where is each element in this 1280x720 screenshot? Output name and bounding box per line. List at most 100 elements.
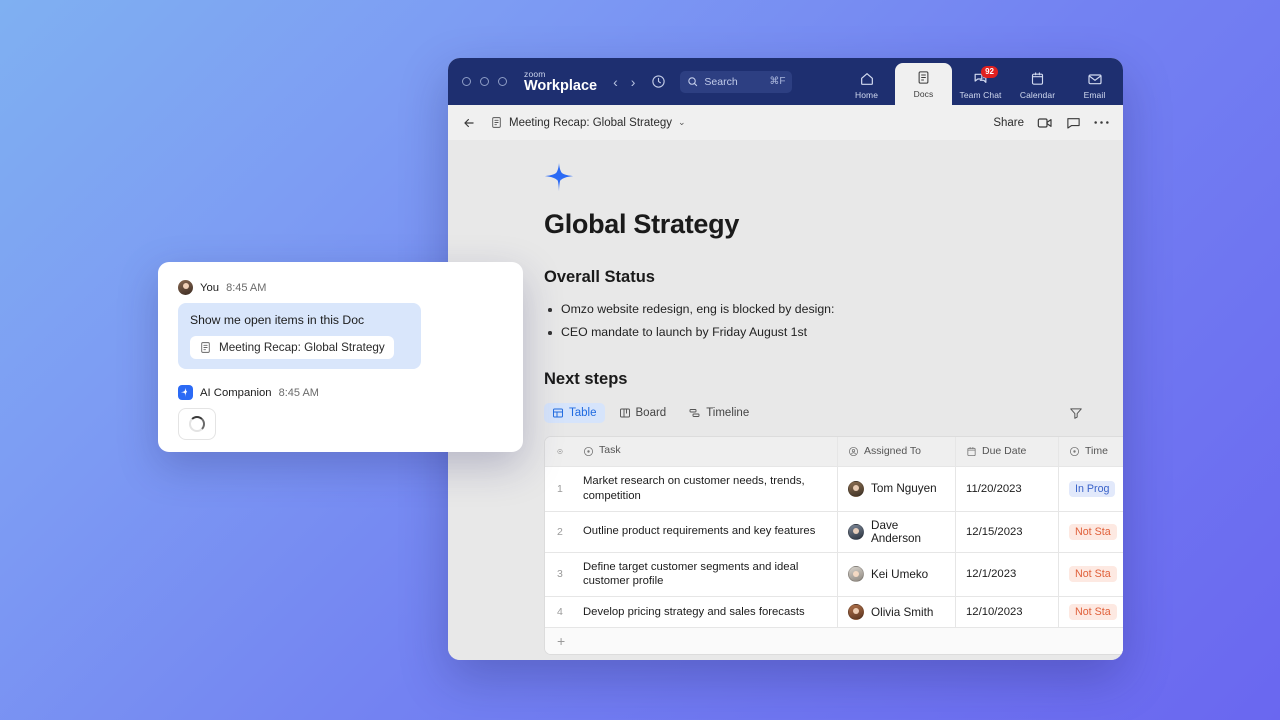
status-badge: Not Sta <box>1069 524 1117 540</box>
nav-item-team-chat[interactable]: 92 Team Chat <box>952 65 1009 105</box>
nav-item-docs[interactable]: Docs <box>895 63 952 105</box>
window-controls[interactable] <box>462 77 507 86</box>
row-number: 3 <box>545 553 573 597</box>
video-camera-icon[interactable] <box>1037 116 1053 130</box>
avatar <box>848 481 864 497</box>
home-icon <box>859 71 875 87</box>
tab-timeline[interactable]: Timeline <box>680 403 757 423</box>
tab-board[interactable]: Board <box>611 403 675 423</box>
cell-status[interactable]: Not Sta <box>1058 553 1123 597</box>
row-number: 2 <box>545 512 573 552</box>
cell-assigned-to[interactable]: Tom Nguyen <box>837 467 955 511</box>
timeline-icon <box>688 407 701 419</box>
bullet-item: Omzo website redesign, eng is blocked by… <box>544 298 1087 321</box>
nav-item-home[interactable]: Home <box>838 65 895 105</box>
cell-due-date[interactable]: 12/15/2023 <box>955 512 1058 552</box>
minimize-dot[interactable] <box>480 77 489 86</box>
ellipsis-icon[interactable] <box>1094 120 1109 125</box>
header-label-task: Task <box>599 444 621 458</box>
table-row[interactable]: 4 Develop pricing strategy and sales for… <box>545 597 1123 628</box>
comment-bubble-icon[interactable] <box>1066 116 1081 130</box>
assignee-name: Dave Anderson <box>871 519 945 545</box>
table-row[interactable]: 2 Outline product requirements and key f… <box>545 512 1123 553</box>
search-input[interactable]: Search ⌘F <box>680 71 792 93</box>
user-message-bubble: Show me open items in this Doc Meeting R… <box>178 303 421 369</box>
cell-assigned-to[interactable]: Olivia Smith <box>837 597 955 627</box>
ai-loading-card <box>178 408 216 440</box>
document-body: Global Strategy Overall Status Omzo webs… <box>448 140 1123 660</box>
table-row[interactable]: 1 Market research on customer needs, tre… <box>545 467 1123 512</box>
back-arrow-button[interactable]: ‹ <box>613 75 618 89</box>
header-cell-time[interactable]: Time <box>1058 437 1123 466</box>
header-label-time: Time <box>1085 445 1108 457</box>
cell-task[interactable]: Market research on customer needs, trend… <box>573 467 837 511</box>
filter-funnel-icon[interactable] <box>1065 402 1087 424</box>
document-toolbar: Meeting Recap: Global Strategy ⌄ Share <box>448 105 1123 140</box>
cell-status[interactable]: Not Sta <box>1058 597 1123 627</box>
avatar <box>848 604 864 620</box>
table-row[interactable]: 3 Define target customer segments and id… <box>545 553 1123 598</box>
user-message-text: Show me open items in this Doc <box>190 313 409 327</box>
tab-label-board: Board <box>636 407 667 419</box>
calendar-icon <box>966 446 977 457</box>
clock-icon[interactable] <box>651 74 666 89</box>
overall-status-bullets: Omzo website redesign, eng is blocked by… <box>544 298 1087 345</box>
message-author: AI Companion <box>200 387 272 399</box>
bullet-item: CEO mandate to launch by Friday August 1… <box>544 321 1087 344</box>
cell-status[interactable]: In Prog <box>1058 467 1123 511</box>
message-author: You <box>200 282 219 294</box>
header-cell-assigned-to[interactable]: Assigned To <box>837 437 955 466</box>
nav-item-calendar[interactable]: Calendar <box>1009 65 1066 105</box>
maximize-dot[interactable] <box>498 77 507 86</box>
document-icon <box>490 116 503 129</box>
cell-task[interactable]: Outline product requirements and key fea… <box>573 512 837 552</box>
forward-arrow-button[interactable]: › <box>631 75 636 89</box>
cell-assigned-to[interactable]: Dave Anderson <box>837 512 955 552</box>
table-icon <box>552 407 564 419</box>
envelope-icon <box>1087 71 1103 87</box>
header-cell-due-date[interactable]: Due Date <box>955 437 1058 466</box>
cell-task[interactable]: Define target customer segments and idea… <box>573 553 837 597</box>
close-dot[interactable] <box>462 77 471 86</box>
history-navigation: ‹ › <box>613 75 635 89</box>
tab-table[interactable]: Table <box>544 403 605 423</box>
cell-due-date[interactable]: 12/1/2023 <box>955 553 1058 597</box>
header-label-due-date: Due Date <box>982 445 1026 457</box>
cell-due-date[interactable]: 11/20/2023 <box>955 467 1058 511</box>
status-badge: In Prog <box>1069 481 1115 497</box>
header-cell-select[interactable] <box>545 437 573 466</box>
search-shortcut: ⌘F <box>769 76 785 87</box>
add-row-button[interactable]: + <box>545 628 1123 654</box>
avatar <box>848 524 864 540</box>
ai-sparkle-icon <box>544 162 1087 197</box>
status-badge: Not Sta <box>1069 566 1117 582</box>
ai-companion-chat-panel: You 8:45 AM Show me open items in this D… <box>158 262 523 452</box>
assignee-name: Tom Nguyen <box>871 482 937 495</box>
board-icon <box>619 407 631 419</box>
breadcrumb-document-name[interactable]: Meeting Recap: Global Strategy ⌄ <box>490 116 686 129</box>
next-steps-table: Task Assigned To Due Date <box>544 436 1123 656</box>
chevron-down-icon[interactable]: ⌄ <box>678 117 686 128</box>
message-timestamp: 8:45 AM <box>279 387 319 399</box>
row-number: 4 <box>545 597 573 627</box>
attached-doc-chip[interactable]: Meeting Recap: Global Strategy <box>190 336 394 359</box>
assignee-name: Olivia Smith <box>871 606 933 619</box>
document-icon <box>199 341 212 354</box>
nav-label-home: Home <box>855 90 878 100</box>
nav-item-email[interactable]: Email <box>1066 65 1123 105</box>
back-button[interactable] <box>458 112 480 134</box>
cell-status[interactable]: Not Sta <box>1058 512 1123 552</box>
message-timestamp: 8:45 AM <box>226 282 266 294</box>
section-heading-overall-status: Overall Status <box>544 268 1087 287</box>
cell-assigned-to[interactable]: Kei Umeko <box>837 553 955 597</box>
tab-label-table: Table <box>569 407 597 419</box>
cell-task[interactable]: Develop pricing strategy and sales forec… <box>573 597 837 627</box>
avatar <box>848 566 864 582</box>
cell-due-date[interactable]: 12/10/2023 <box>955 597 1058 627</box>
header-cell-task[interactable]: Task <box>573 437 837 466</box>
user-message-header: You 8:45 AM <box>178 280 503 295</box>
section-heading-next-steps: Next steps <box>544 370 1087 389</box>
toolbar-actions: Share <box>993 116 1109 130</box>
breadcrumb-label: Meeting Recap: Global Strategy <box>509 117 672 129</box>
share-button[interactable]: Share <box>993 117 1024 129</box>
